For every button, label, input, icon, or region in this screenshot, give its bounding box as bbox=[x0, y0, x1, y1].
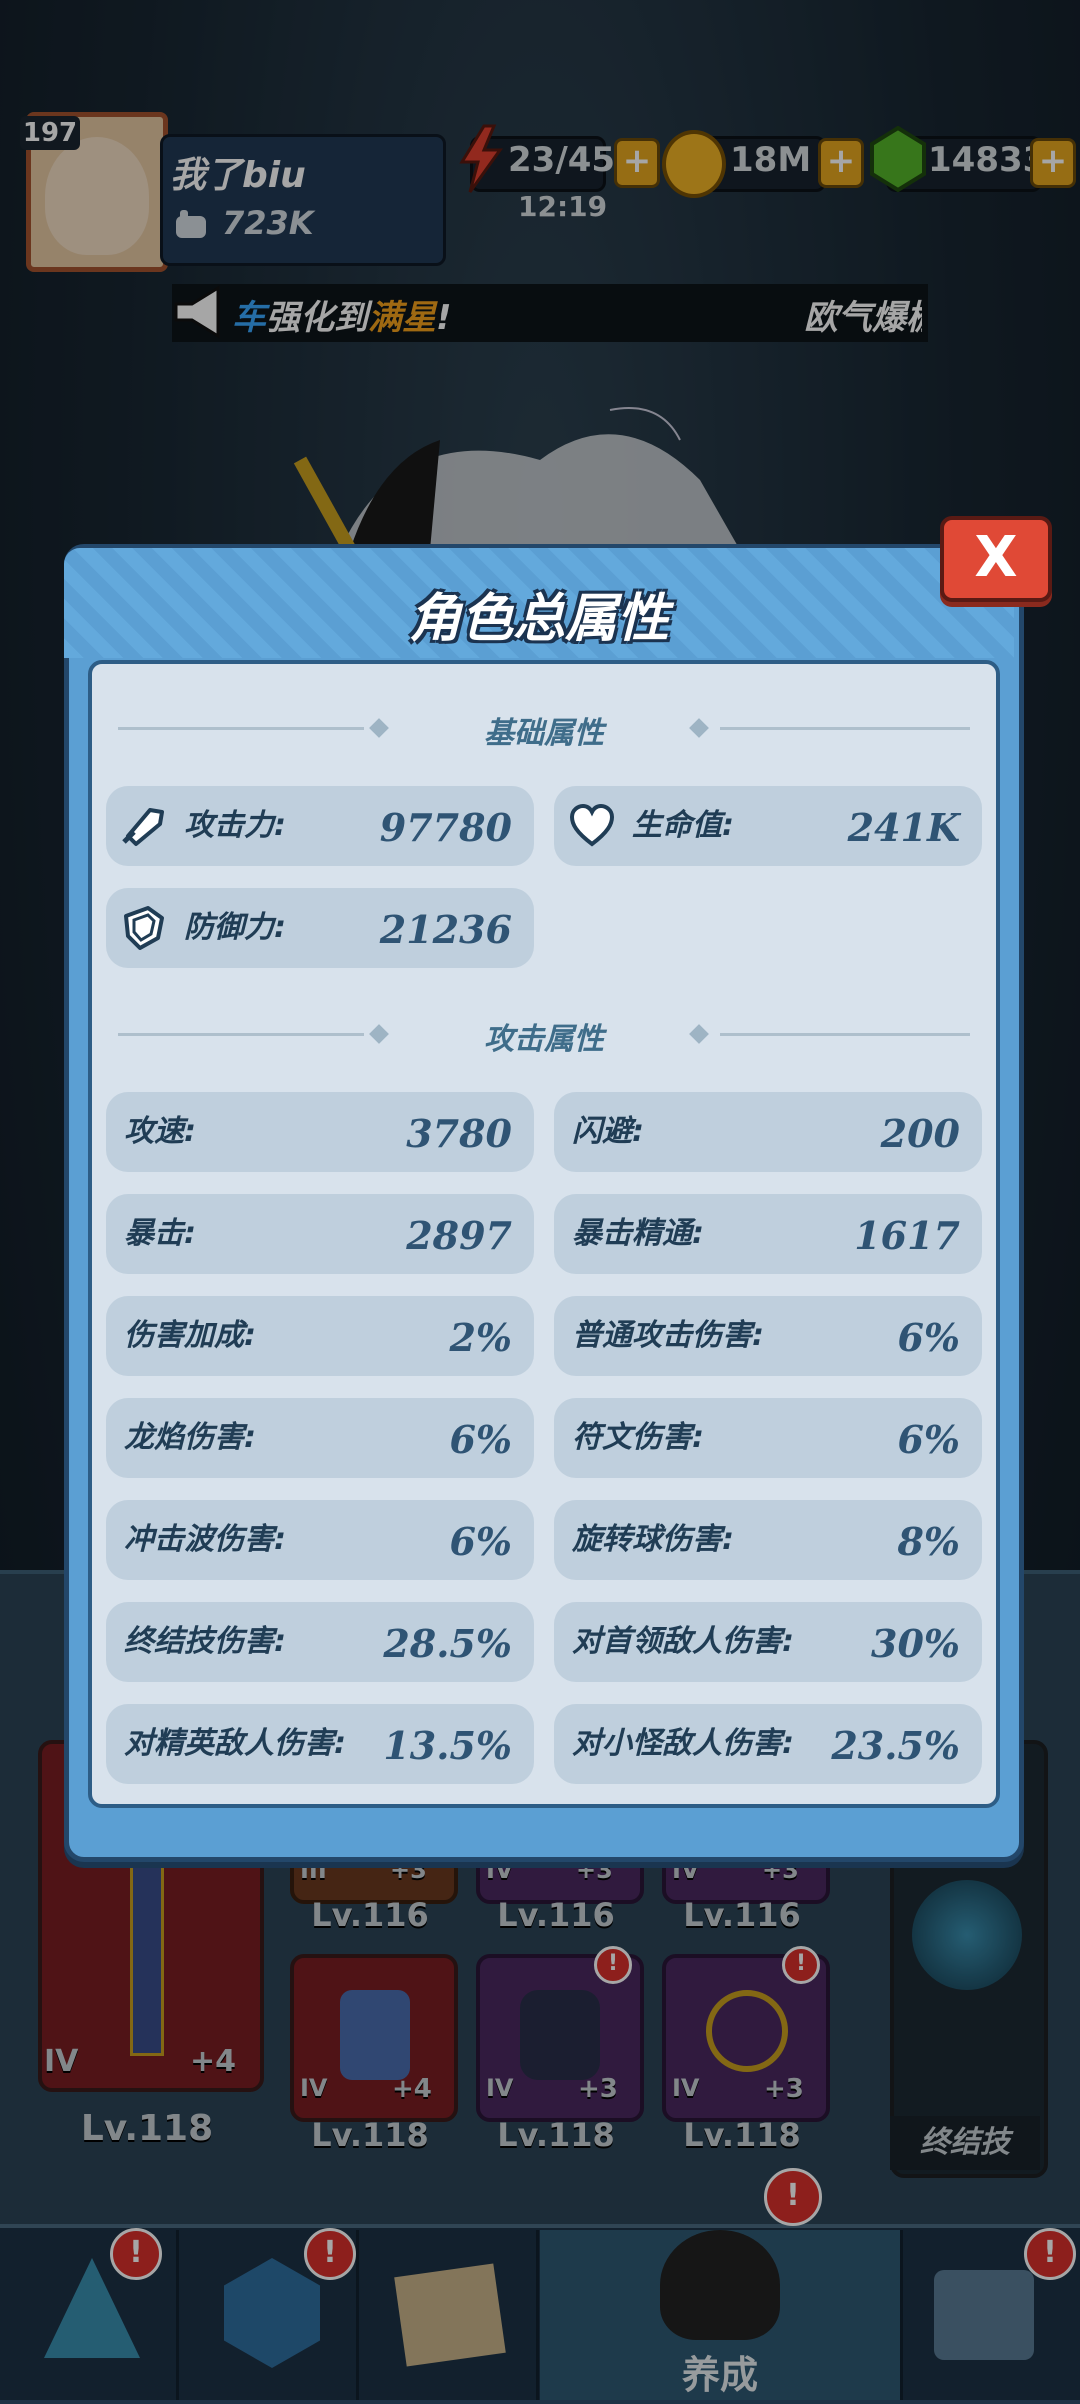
stat-value: 241K bbox=[847, 805, 960, 850]
stat-label: 攻击力: bbox=[184, 808, 286, 843]
stat-label: 暴击: bbox=[124, 1216, 196, 1251]
section-divider-left bbox=[118, 727, 364, 730]
stat-ultimate-damage: 终结技伤害: 28.5% bbox=[106, 1602, 534, 1682]
divider-diamond bbox=[689, 718, 709, 738]
stat-dragon-flame-damage: 龙焰伤害: 6% bbox=[106, 1398, 534, 1478]
stat-value: 6% bbox=[897, 1417, 960, 1462]
close-icon: X bbox=[974, 525, 1018, 590]
stat-value: 6% bbox=[897, 1315, 960, 1360]
heart-icon bbox=[569, 803, 615, 847]
stat-value: 13.5% bbox=[383, 1723, 512, 1768]
stat-label: 普通攻击伤害: bbox=[572, 1318, 764, 1353]
stat-label: 冲击波伤害: bbox=[124, 1522, 286, 1557]
stat-label: 对精英敌人伤害: bbox=[124, 1726, 346, 1761]
divider-diamond bbox=[689, 1024, 709, 1044]
stat-attack: 攻击力: 97780 bbox=[106, 786, 534, 866]
stat-boss-damage: 对首领敌人伤害: 30% bbox=[554, 1602, 982, 1682]
stat-value: 2% bbox=[449, 1315, 512, 1360]
stat-value: 28.5% bbox=[383, 1621, 512, 1666]
stat-label: 旋转球伤害: bbox=[572, 1522, 734, 1557]
divider-diamond bbox=[369, 1024, 389, 1044]
stat-label: 伤害加成: bbox=[124, 1318, 256, 1353]
stat-value: 1617 bbox=[854, 1213, 960, 1258]
stat-rune-damage: 符文伤害: 6% bbox=[554, 1398, 982, 1478]
attributes-content[interactable]: 基础属性 攻击力: 97780 生命值: 241K 防御力: 21236 攻击属… bbox=[88, 660, 1000, 1808]
stat-hp: 生命值: 241K bbox=[554, 786, 982, 866]
section-divider-left bbox=[118, 1033, 364, 1036]
stat-normal-attack-damage: 普通攻击伤害: 6% bbox=[554, 1296, 982, 1376]
stat-value: 23.5% bbox=[831, 1723, 960, 1768]
stat-label: 符文伤害: bbox=[572, 1420, 704, 1455]
stat-label: 生命值: bbox=[632, 808, 734, 843]
stat-label: 对首领敌人伤害: bbox=[572, 1624, 794, 1659]
stat-shockwave-damage: 冲击波伤害: 6% bbox=[106, 1500, 534, 1580]
section-divider-right bbox=[720, 1033, 970, 1036]
stat-dodge: 闪避: 200 bbox=[554, 1092, 982, 1172]
stat-value: 21236 bbox=[379, 907, 512, 952]
stat-minion-damage: 对小怪敌人伤害: 23.5% bbox=[554, 1704, 982, 1784]
stat-value: 97780 bbox=[379, 805, 512, 850]
stat-label: 龙焰伤害: bbox=[124, 1420, 256, 1455]
stat-elite-damage: 对精英敌人伤害: 13.5% bbox=[106, 1704, 534, 1784]
stat-label: 防御力: bbox=[184, 910, 286, 945]
divider-diamond bbox=[369, 718, 389, 738]
sword-icon bbox=[122, 808, 164, 846]
stat-value: 6% bbox=[449, 1519, 512, 1564]
stat-label: 闪避: bbox=[572, 1114, 644, 1149]
stat-spin-ball-damage: 旋转球伤害: 8% bbox=[554, 1500, 982, 1580]
section-divider-right bbox=[720, 727, 970, 730]
shield-icon bbox=[124, 906, 164, 950]
stat-value: 6% bbox=[449, 1417, 512, 1462]
stat-value: 30% bbox=[871, 1621, 960, 1666]
stat-label: 对小怪敌人伤害: bbox=[572, 1726, 794, 1761]
stat-value: 2897 bbox=[406, 1213, 512, 1258]
stat-value: 3780 bbox=[406, 1111, 512, 1156]
stat-label: 攻速: bbox=[124, 1114, 196, 1149]
attack-section-title: 攻击属性 bbox=[484, 1022, 604, 1057]
stat-value: 200 bbox=[880, 1111, 960, 1156]
stat-damage-bonus: 伤害加成: 2% bbox=[106, 1296, 534, 1376]
stat-value: 8% bbox=[897, 1519, 960, 1564]
stat-label: 暴击精通: bbox=[572, 1216, 704, 1251]
stat-label: 终结技伤害: bbox=[124, 1624, 286, 1659]
stat-crit: 暴击: 2897 bbox=[106, 1194, 534, 1274]
basic-section-title: 基础属性 bbox=[484, 716, 604, 751]
stat-defense: 防御力: 21236 bbox=[106, 888, 534, 968]
modal-title: 角色总属性 bbox=[408, 589, 669, 649]
stat-attack-speed: 攻速: 3780 bbox=[106, 1092, 534, 1172]
close-button[interactable]: X bbox=[940, 516, 1052, 602]
stat-crit-mastery: 暴击精通: 1617 bbox=[554, 1194, 982, 1274]
